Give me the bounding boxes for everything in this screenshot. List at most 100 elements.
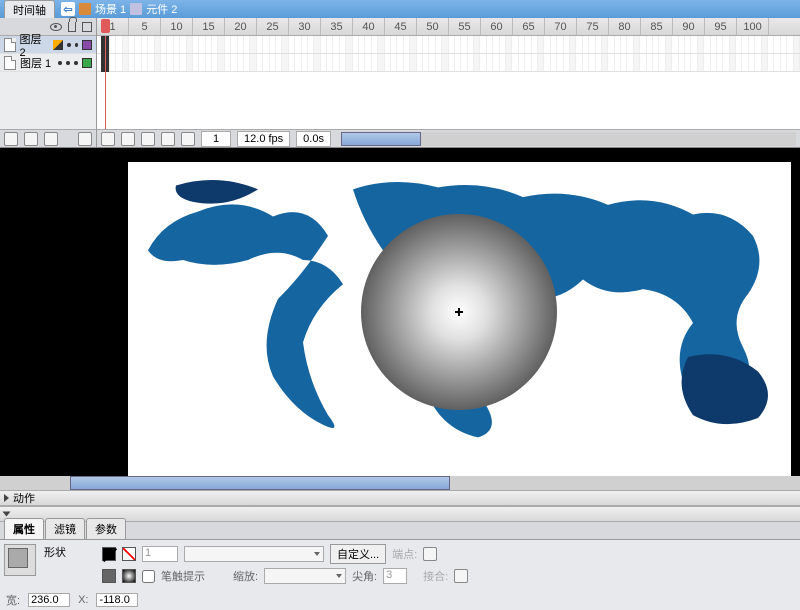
playhead-line	[105, 36, 106, 129]
ruler-tick: 40	[353, 18, 385, 35]
add-layer-button[interactable]	[4, 132, 18, 146]
disclosure-icon	[3, 512, 11, 517]
visibility-icon[interactable]	[50, 23, 62, 31]
layer-row[interactable]: 图层 2	[0, 36, 96, 54]
endpoint-label: 端点:	[392, 546, 417, 562]
x-label: X:	[78, 594, 88, 606]
timeline-tab[interactable]: 时间轴	[4, 0, 55, 19]
symbol-icon	[130, 3, 142, 15]
join-label: 接合:	[423, 568, 448, 584]
center-frame-button[interactable]	[121, 132, 135, 146]
tab-filters[interactable]: 滤镜	[45, 518, 85, 539]
frame-row[interactable]	[97, 54, 800, 72]
breadcrumb-bar: 时间轴 ⇦ 场景 1 元件 2	[0, 0, 800, 18]
endpoint-icon[interactable]	[423, 547, 437, 561]
frame-ruler[interactable]: 1510152025303540455055606570758085909510…	[97, 18, 800, 36]
properties-body: 形状 1 自定义... 端点: 笔触提示 缩放: 尖角: 3 接合	[0, 540, 800, 590]
tab-properties[interactable]: 属性	[4, 518, 44, 539]
custom-button[interactable]: 自定义...	[330, 544, 386, 564]
join-icon[interactable]	[454, 569, 468, 583]
dot-icon	[58, 61, 62, 65]
no-stroke-swatch[interactable]	[122, 547, 136, 561]
layer-panel: 图层 2 图层 1	[0, 18, 97, 147]
ruler-tick: 55	[449, 18, 481, 35]
layer-color-swatch[interactable]	[82, 40, 92, 50]
timeline-footer: 1 12.0 fps 0.0s	[97, 129, 800, 147]
frame-grid[interactable]	[97, 36, 800, 129]
layer-icon	[4, 56, 16, 70]
ruler-tick: 80	[609, 18, 641, 35]
fill-color-swatch[interactable]	[122, 569, 136, 583]
stroke-width-input[interactable]: 1	[142, 546, 178, 562]
ruler-tick: 95	[705, 18, 737, 35]
outline-icon[interactable]	[82, 22, 92, 32]
pencil-icon	[53, 40, 63, 50]
layer-row[interactable]: 图层 1	[0, 54, 96, 72]
modify-markers-button[interactable]	[181, 132, 195, 146]
edit-multi-button[interactable]	[161, 132, 175, 146]
ruler-tick: 60	[481, 18, 513, 35]
stage[interactable]	[128, 162, 791, 478]
layer-footer	[0, 129, 96, 147]
dot-icon	[75, 43, 79, 47]
scene-icon	[79, 3, 91, 15]
layer-name: 图层 1	[20, 55, 51, 71]
bottom-panels: 动作 属性 滤镜 参数 形状 1 自定义... 端点:	[0, 490, 800, 610]
onion-outline-button[interactable]	[141, 132, 155, 146]
ruler-tick: 70	[545, 18, 577, 35]
layer-color-swatch[interactable]	[82, 58, 92, 68]
tab-params[interactable]: 参数	[86, 518, 126, 539]
ruler-tick: 100	[737, 18, 769, 35]
dot-icon	[66, 61, 70, 65]
ruler-tick: 50	[417, 18, 449, 35]
stroke-style-dropdown[interactable]	[184, 546, 324, 562]
breadcrumb: ⇦ 场景 1 元件 2	[61, 1, 177, 17]
ruler-tick: 10	[161, 18, 193, 35]
fill-bucket-icon[interactable]	[102, 569, 116, 583]
timeline: 1510152025303540455055606570758085909510…	[97, 18, 800, 147]
ruler-tick: 65	[513, 18, 545, 35]
lock-icon[interactable]	[68, 22, 76, 32]
onion-skin-button[interactable]	[101, 132, 115, 146]
scale-label: 缩放:	[233, 568, 258, 584]
width-label: 宽:	[6, 592, 20, 608]
x-input[interactable]: -118.0	[96, 593, 138, 607]
stroke-hint-label: 笔触提示	[161, 568, 205, 584]
actions-panel-header[interactable]: 动作	[0, 490, 800, 506]
miter-input[interactable]: 3	[383, 568, 407, 584]
delete-layer-button[interactable]	[78, 132, 92, 146]
scene-name[interactable]: 场景 1	[95, 1, 126, 17]
ruler-tick: 90	[673, 18, 705, 35]
add-guide-button[interactable]	[24, 132, 38, 146]
stroke-hint-checkbox[interactable]	[142, 570, 155, 583]
ruler-tick: 20	[225, 18, 257, 35]
scrollbar-thumb[interactable]	[341, 132, 421, 146]
scale-dropdown[interactable]	[264, 568, 346, 584]
ruler-tick: 30	[289, 18, 321, 35]
symbol-name[interactable]: 元件 2	[146, 1, 177, 17]
playhead[interactable]	[101, 19, 110, 33]
stroke-color-swatch[interactable]	[102, 547, 116, 561]
width-input[interactable]: 236.0	[28, 593, 70, 607]
stage-scrollbar[interactable]	[0, 476, 800, 490]
disclosure-icon	[4, 494, 9, 502]
actions-label: 动作	[13, 490, 35, 506]
ruler-tick: 15	[193, 18, 225, 35]
shape-label: 形状	[44, 544, 66, 560]
frame-rate: 12.0 fps	[237, 131, 290, 147]
add-folder-button[interactable]	[44, 132, 58, 146]
gradient-sphere-shape[interactable]	[361, 214, 557, 410]
frame-row[interactable]	[97, 36, 800, 54]
center-crosshair-icon	[455, 308, 463, 316]
ruler-tick: 25	[257, 18, 289, 35]
back-icon[interactable]: ⇦	[61, 2, 75, 16]
ruler-tick: 75	[577, 18, 609, 35]
ruler-tick: 85	[641, 18, 673, 35]
current-frame: 1	[201, 131, 231, 147]
shape-type-icon	[4, 544, 36, 576]
ruler-tick: 45	[385, 18, 417, 35]
scrollbar-thumb[interactable]	[70, 476, 450, 490]
stage-area	[0, 148, 800, 490]
miter-label: 尖角:	[352, 568, 377, 584]
timeline-scrollbar[interactable]	[341, 132, 796, 146]
